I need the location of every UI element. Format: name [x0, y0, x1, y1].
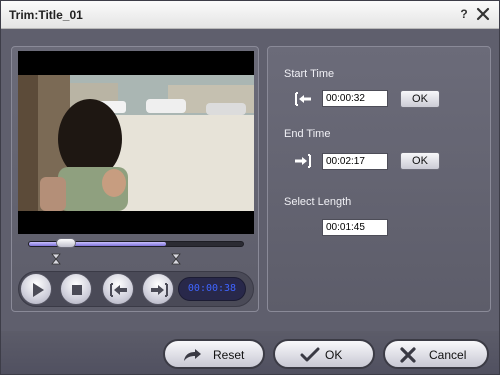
play-icon [33, 283, 44, 297]
video-frame [18, 75, 254, 211]
cancel-x-icon [400, 347, 416, 363]
window-title: Trim:Title_01 [9, 8, 83, 22]
reset-label: Reset [213, 348, 245, 362]
stop-button[interactable] [60, 273, 92, 305]
select-length-field: 00:01:45 [322, 219, 388, 236]
play-button[interactable] [20, 273, 52, 305]
title-bar: Trim:Title_01 ? [1, 1, 499, 29]
reset-button[interactable]: Reset [163, 339, 265, 369]
ok-button[interactable]: OK [273, 339, 375, 369]
seek-progress [29, 242, 166, 246]
set-end-button[interactable] [142, 273, 174, 305]
stop-icon [72, 285, 82, 295]
end-time-ok-button[interactable]: OK [400, 152, 440, 170]
help-button[interactable]: ? [457, 7, 471, 21]
set-start-icon [110, 283, 127, 297]
cancel-label: Cancel [429, 348, 467, 362]
end-time-field[interactable]: 00:02:17 [322, 153, 388, 170]
set-end-icon [151, 283, 168, 297]
current-time-display: 00:00:38 [178, 277, 246, 301]
select-length-label: Select Length [284, 196, 352, 208]
trim-settings-panel: Start Time 00:00:32 OK End Time 00:02:17… [267, 46, 491, 312]
set-start-icon [295, 92, 311, 106]
start-time-ok-button[interactable]: OK [400, 90, 440, 108]
reset-arrow-icon [184, 349, 201, 361]
seek-thumb[interactable] [56, 238, 76, 248]
start-time-label: Start Time [284, 68, 335, 80]
close-icon[interactable] [475, 6, 491, 22]
checkmark-icon [300, 347, 320, 362]
set-start-button[interactable] [102, 273, 134, 305]
trim-dialog: Trim:Title_01 ? 00:00:38 Start Time 00:0… [0, 0, 500, 375]
start-time-field[interactable]: 00:00:32 [322, 90, 388, 107]
cancel-button[interactable]: Cancel [383, 339, 489, 369]
set-end-icon [295, 154, 311, 168]
preview-panel: 00:00:38 [11, 46, 259, 312]
end-marker-icon[interactable] [170, 253, 182, 265]
ok-label: OK [325, 348, 343, 362]
video-preview [18, 51, 254, 234]
start-marker-icon[interactable] [50, 253, 62, 265]
end-time-label: End Time [284, 128, 331, 140]
